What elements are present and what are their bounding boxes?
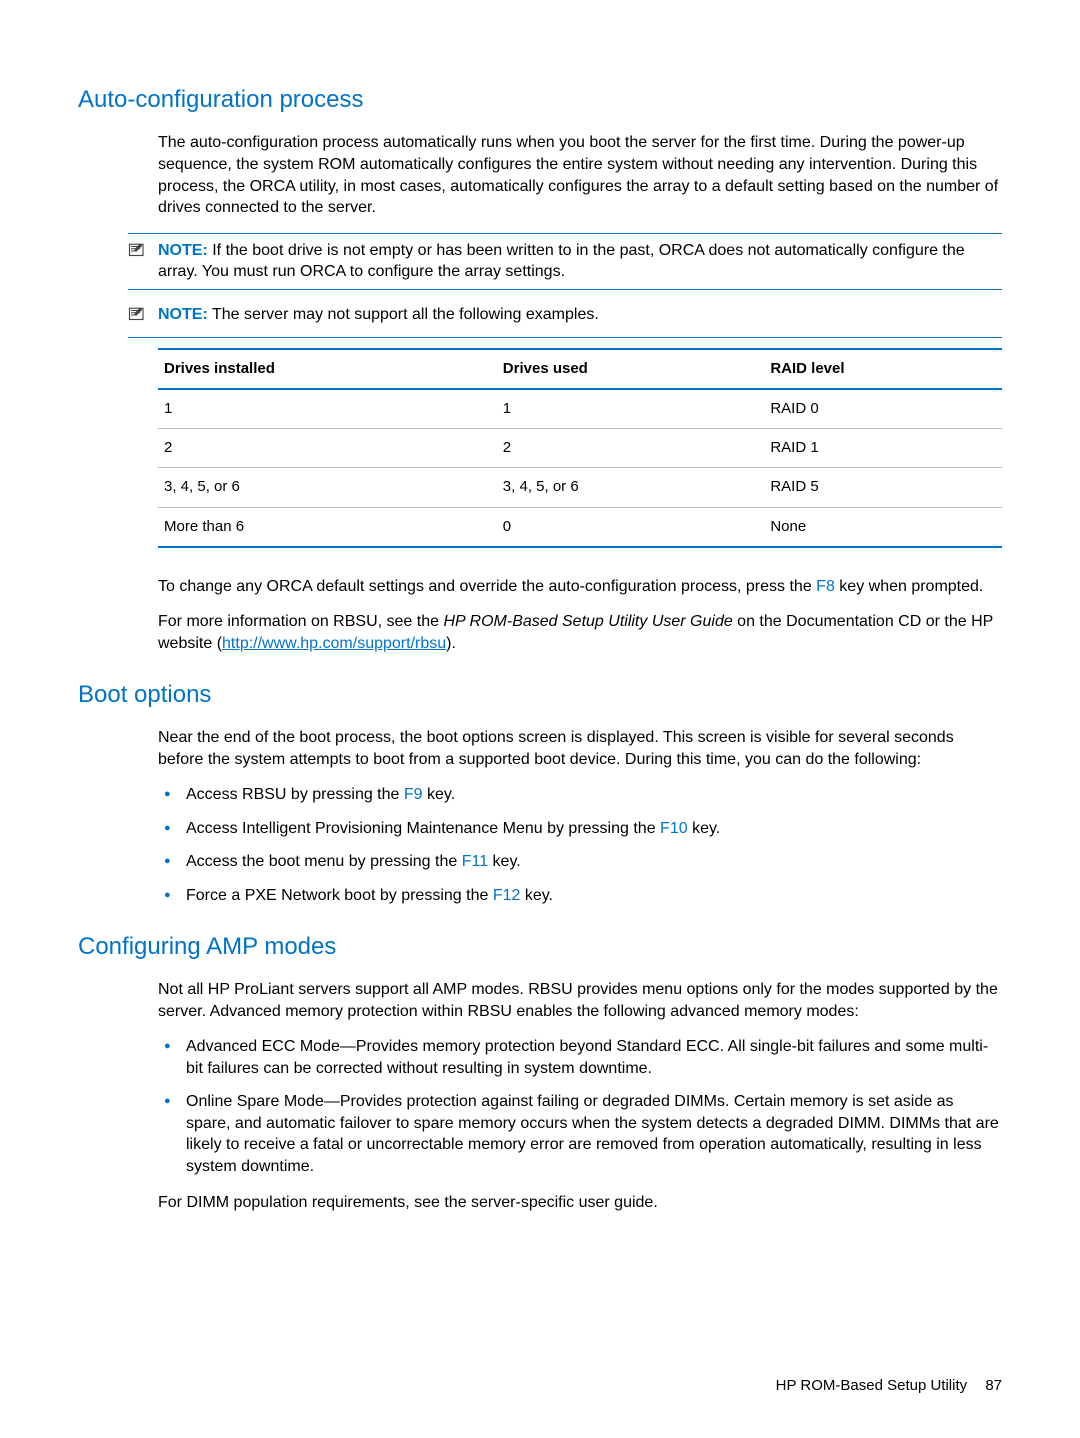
text: key. [688, 820, 721, 837]
list-item: Online Spare Mode—Provides protection ag… [158, 1091, 1002, 1177]
table-row: 3, 4, 5, or 6 3, 4, 5, or 6 RAID 5 [158, 468, 1002, 507]
key-f10: F10 [660, 820, 688, 837]
amp-para1: Not all HP ProLiant servers support all … [158, 979, 1002, 1022]
list-item: Access Intelligent Provisioning Maintena… [158, 818, 1002, 840]
heading-auto-config: Auto-configuration process [78, 84, 1002, 116]
heading-amp-modes: Configuring AMP modes [78, 931, 1002, 963]
drives-table: Drives installed Drives used RAID level … [158, 348, 1002, 548]
page-number: 87 [985, 1377, 1002, 1394]
text: To change any ORCA default settings and … [158, 578, 816, 595]
page-footer: HP ROM-Based Setup Utility 87 [776, 1376, 1002, 1396]
cell: 2 [497, 429, 765, 468]
cell: 3, 4, 5, or 6 [497, 468, 765, 507]
cell: More than 6 [158, 507, 497, 547]
note-2: NOTE: The server may not support all the… [128, 298, 1002, 338]
text: ). [446, 635, 456, 652]
note-1-text: NOTE: If the boot drive is not empty or … [158, 240, 1002, 283]
text: For more information on RBSU, see the [158, 613, 443, 630]
list-item: Advanced ECC Mode—Provides memory protec… [158, 1036, 1002, 1079]
text: key. [520, 887, 553, 904]
text: key. [423, 786, 456, 803]
th-installed: Drives installed [158, 349, 497, 389]
note-label: NOTE: [158, 242, 208, 259]
key-f9: F9 [404, 786, 423, 803]
section-amp-body: Not all HP ProLiant servers support all … [78, 979, 1002, 1213]
text: key when prompted. [835, 578, 984, 595]
th-used: Drives used [497, 349, 765, 389]
cell: 1 [497, 389, 765, 429]
list-item: Force a PXE Network boot by pressing the… [158, 885, 1002, 907]
footer-text: HP ROM-Based Setup Utility [776, 1377, 967, 1394]
cell: None [764, 507, 1002, 547]
table-row: 2 2 RAID 1 [158, 429, 1002, 468]
text: key. [488, 853, 521, 870]
amp-list: Advanced ECC Mode—Provides memory protec… [158, 1036, 1002, 1178]
text: Access RBSU by pressing the [186, 786, 404, 803]
note-2-body: The server may not support all the follo… [212, 306, 599, 323]
cell: RAID 5 [764, 468, 1002, 507]
table-row: 1 1 RAID 0 [158, 389, 1002, 429]
auto-para2: To change any ORCA default settings and … [158, 576, 1002, 598]
table-row: More than 6 0 None [158, 507, 1002, 547]
table-wrap: Drives installed Drives used RAID level … [78, 348, 1002, 655]
cell: 0 [497, 507, 765, 547]
auto-para3: For more information on RBSU, see the HP… [158, 611, 1002, 654]
heading-boot-options: Boot options [78, 679, 1002, 711]
cell: 1 [158, 389, 497, 429]
note-2-text: NOTE: The server may not support all the… [158, 304, 1002, 326]
cell: 3, 4, 5, or 6 [158, 468, 497, 507]
section-boot-body: Near the end of the boot process, the bo… [78, 727, 1002, 907]
note-1: NOTE: If the boot drive is not empty or … [128, 233, 1002, 290]
note-icon [128, 242, 152, 267]
th-raid: RAID level [764, 349, 1002, 389]
key-f11: F11 [462, 853, 488, 870]
notes-group: NOTE: If the boot drive is not empty or … [128, 233, 1002, 338]
list-item: Access the boot menu by pressing the F11… [158, 851, 1002, 873]
note-label: NOTE: [158, 306, 208, 323]
section-auto-body: The auto-configuration process automatic… [78, 132, 1002, 218]
amp-para2: For DIMM population requirements, see th… [158, 1192, 1002, 1214]
cell: 2 [158, 429, 497, 468]
key-f12: F12 [493, 887, 521, 904]
cell: RAID 1 [764, 429, 1002, 468]
boot-list: Access RBSU by pressing the F9 key. Acce… [158, 784, 1002, 906]
text: Access Intelligent Provisioning Maintena… [186, 820, 660, 837]
text: Access the boot menu by pressing the [186, 853, 462, 870]
note-icon [128, 306, 152, 331]
doc-title: HP ROM-Based Setup Utility User Guide [443, 613, 732, 630]
note-1-body: If the boot drive is not empty or has be… [158, 242, 965, 281]
table-header-row: Drives installed Drives used RAID level [158, 349, 1002, 389]
cell: RAID 0 [764, 389, 1002, 429]
auto-para1: The auto-configuration process automatic… [158, 132, 1002, 218]
boot-para1: Near the end of the boot process, the bo… [158, 727, 1002, 770]
rbsu-link[interactable]: http://www.hp.com/support/rbsu [222, 635, 446, 652]
text: Force a PXE Network boot by pressing the [186, 887, 493, 904]
key-f8: F8 [816, 578, 835, 595]
list-item: Access RBSU by pressing the F9 key. [158, 784, 1002, 806]
